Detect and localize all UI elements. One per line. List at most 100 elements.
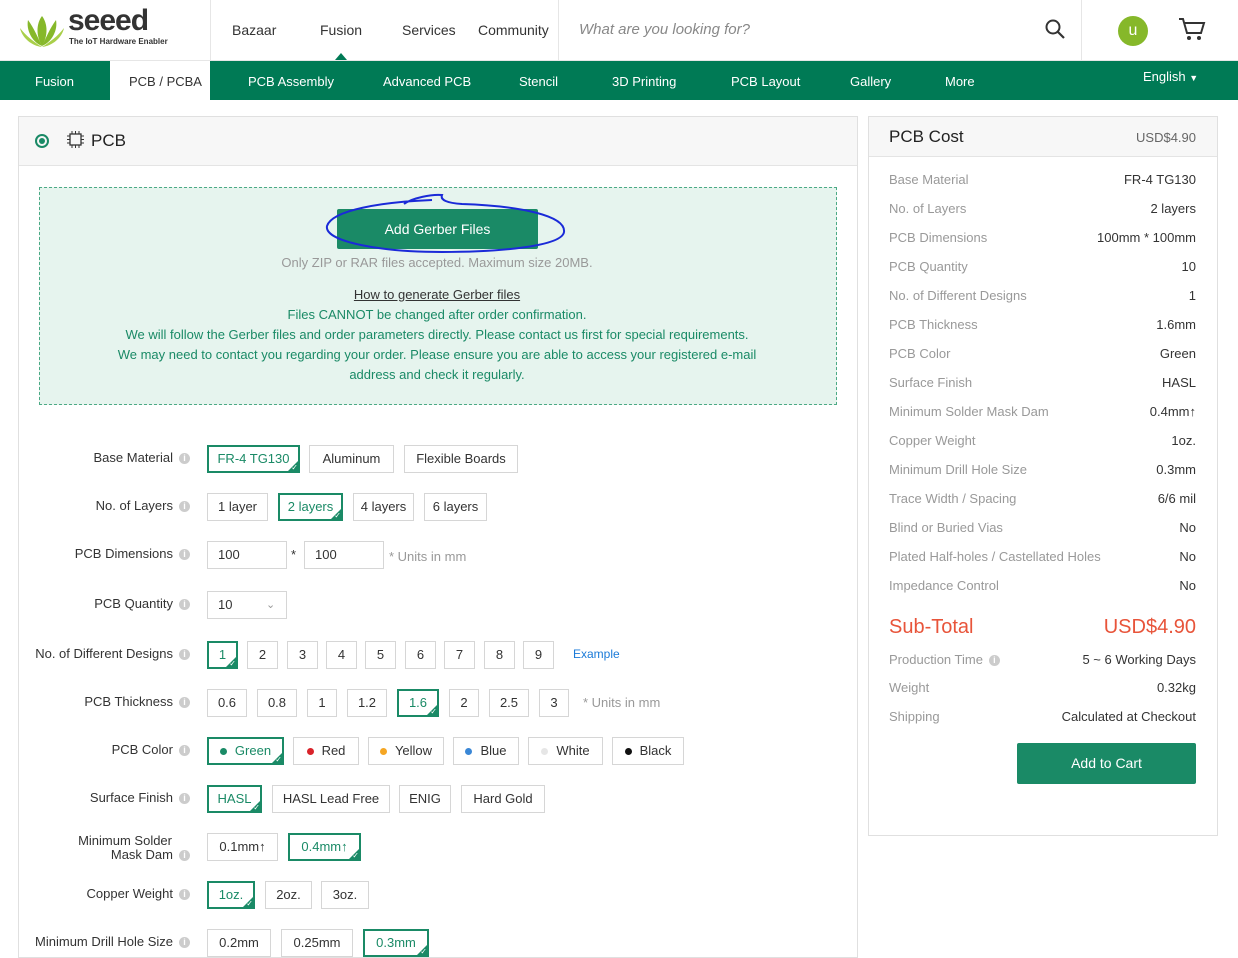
option-1-layer[interactable]: 1 layer	[207, 493, 268, 521]
option-2-layers[interactable]: 2 layers	[278, 493, 343, 521]
cost-row-label: PCB Thickness	[889, 317, 978, 332]
option-designs-1[interactable]: 1	[207, 641, 238, 669]
language-selector[interactable]: English ▼	[1143, 69, 1198, 84]
info-icon[interactable]: i	[179, 649, 190, 661]
option-designs-6[interactable]: 6	[405, 641, 436, 669]
option-hasl[interactable]: HASL	[207, 785, 262, 813]
option-copper-3oz[interactable]: 3oz.	[321, 881, 369, 909]
cost-row-label: No. of Different Designs	[889, 288, 1027, 303]
option-thickness-0.6[interactable]: 0.6	[207, 689, 247, 717]
cost-row-label: Copper Weight	[889, 433, 976, 448]
option-designs-4[interactable]: 4	[326, 641, 357, 669]
howto-gerber-link[interactable]: How to generate Gerber files	[39, 287, 835, 302]
topnav-fusion[interactable]: Fusion	[320, 22, 362, 38]
option-color-blue[interactable]: Blue	[453, 737, 519, 765]
option-color-green[interactable]: Green	[207, 737, 284, 765]
info-icon[interactable]: i	[988, 655, 1000, 667]
cost-row-label: PCB Dimensions	[889, 230, 988, 245]
quantity-select[interactable]: 10 ⌄	[207, 591, 287, 619]
option-color-yellow[interactable]: Yellow	[368, 737, 444, 765]
option-hard-gold[interactable]: Hard Gold	[461, 785, 545, 813]
divider	[210, 0, 211, 60]
example-link[interactable]: Example	[573, 647, 620, 661]
cost-row-value: No	[1179, 578, 1196, 593]
cart-icon[interactable]	[1178, 16, 1206, 42]
cost-row-label: Base Material	[889, 172, 969, 187]
mask-dam-label-2: Mask Dam i	[20, 847, 190, 862]
info-icon[interactable]: i	[179, 549, 190, 561]
hand-drawn-circle-annotation	[325, 193, 565, 254]
info-icon[interactable]: i	[179, 889, 190, 901]
option-6-layers[interactable]: 6 layers	[424, 493, 487, 521]
info-icon[interactable]: i	[179, 599, 190, 611]
subnav-pcb-pcba[interactable]: PCB / PCBA	[129, 74, 202, 89]
subnav-more[interactable]: More	[945, 74, 975, 89]
option-color-white[interactable]: White	[528, 737, 603, 765]
subnav-stencil[interactable]: Stencil	[519, 74, 558, 89]
info-icon[interactable]: i	[179, 501, 190, 513]
subnav-pcb-assembly[interactable]: PCB Assembly	[248, 74, 334, 89]
option-designs-9[interactable]: 9	[523, 641, 554, 669]
pcb-radio[interactable]	[35, 134, 49, 148]
option-thickness-2.5[interactable]: 2.5	[489, 689, 529, 717]
info-icon[interactable]: i	[179, 453, 190, 465]
option-designs-2[interactable]: 2	[247, 641, 278, 669]
width-input[interactable]: 100	[207, 541, 287, 569]
copper-label: Copper Weight i	[20, 886, 190, 901]
upload-accepted-note: Only ZIP or RAR files accepted. Maximum …	[281, 255, 593, 270]
subnav-advanced-pcb[interactable]: Advanced PCB	[383, 74, 471, 89]
subnav-gallery[interactable]: Gallery	[850, 74, 891, 89]
option-copper-2oz[interactable]: 2oz.	[265, 881, 312, 909]
height-input[interactable]: 100	[304, 541, 384, 569]
user-avatar[interactable]: u	[1118, 16, 1148, 46]
option-thickness-1[interactable]: 1	[307, 689, 337, 717]
option-designs-8[interactable]: 8	[484, 641, 515, 669]
option-thickness-3[interactable]: 3	[539, 689, 569, 717]
option-drill-0.25[interactable]: 0.25mm	[281, 929, 353, 957]
option-copper-1oz[interactable]: 1oz.	[207, 881, 255, 909]
option-drill-0.3[interactable]: 0.3mm	[363, 929, 429, 957]
cost-row-value: 1oz.	[1171, 433, 1196, 448]
option-thickness-1.6[interactable]: 1.6	[397, 689, 439, 717]
subnav-3d-printing[interactable]: 3D Printing	[612, 74, 676, 89]
subnav-pcb-layout[interactable]: PCB Layout	[731, 74, 800, 89]
info-icon[interactable]: i	[179, 745, 190, 757]
cost-row-value: 6/6 mil	[1157, 491, 1196, 506]
info-icon[interactable]: i	[179, 697, 190, 709]
info-icon[interactable]: i	[179, 793, 190, 805]
add-to-cart-button[interactable]: Add to Cart	[1017, 743, 1196, 784]
topnav-services[interactable]: Services	[402, 22, 456, 38]
info-icon[interactable]: i	[179, 937, 190, 949]
option-enig[interactable]: ENIG	[399, 785, 451, 813]
option-mask-0.4[interactable]: 0.4mm↑	[288, 833, 361, 861]
cost-row-label: PCB Color	[889, 346, 951, 361]
option-designs-3[interactable]: 3	[287, 641, 318, 669]
option-drill-0.2[interactable]: 0.2mm	[207, 929, 271, 957]
option-label: Yellow	[394, 743, 433, 758]
option-thickness-2[interactable]: 2	[449, 689, 479, 717]
option-color-black[interactable]: Black	[612, 737, 684, 765]
search-icon[interactable]	[1045, 19, 1065, 39]
option-fr4[interactable]: FR-4 TG130	[207, 445, 300, 473]
drill-label: Minimum Drill Hole Size i	[20, 934, 190, 949]
option-thickness-1.2[interactable]: 1.2	[347, 689, 387, 717]
option-4-layers[interactable]: 4 layers	[353, 493, 414, 521]
leaf-logo-icon	[20, 16, 64, 47]
option-designs-7[interactable]: 7	[444, 641, 475, 669]
blue-swatch	[465, 748, 473, 756]
topnav-community[interactable]: Community	[478, 22, 549, 38]
cost-row-value: FR-4 TG130	[1123, 172, 1196, 187]
search-input[interactable]: What are you looking for?	[579, 21, 750, 38]
option-mask-0.1[interactable]: 0.1mm↑	[207, 833, 278, 861]
option-designs-5[interactable]: 5	[365, 641, 396, 669]
info-icon[interactable]: i	[179, 850, 190, 862]
option-hasl-lead-free[interactable]: HASL Lead Free	[272, 785, 390, 813]
dimensions-label: PCB Dimensions i	[20, 546, 190, 561]
topnav-bazaar[interactable]: Bazaar	[232, 22, 276, 38]
subnav-fusion[interactable]: Fusion	[35, 74, 74, 89]
option-color-red[interactable]: Red	[293, 737, 359, 765]
option-thickness-0.8[interactable]: 0.8	[257, 689, 297, 717]
option-aluminum[interactable]: Aluminum	[309, 445, 394, 473]
weight-label: Weight	[889, 680, 930, 695]
option-flexible[interactable]: Flexible Boards	[404, 445, 518, 473]
